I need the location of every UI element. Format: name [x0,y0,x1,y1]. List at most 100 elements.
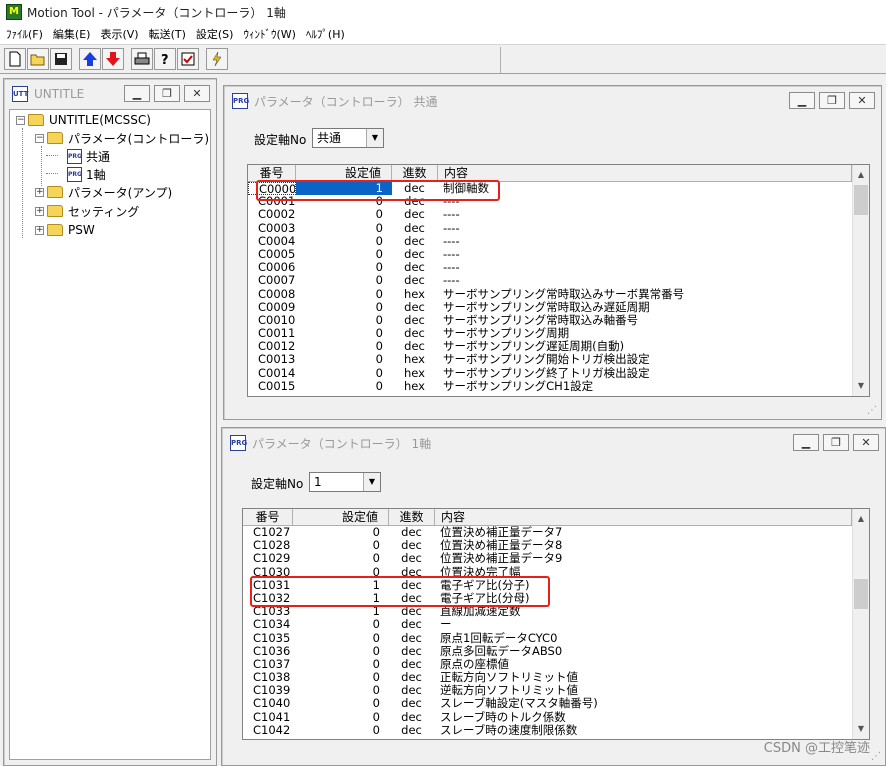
table-row[interactable]: C1036 0 dec 原点多回転データABS0 [243,645,852,658]
menu-transfer[interactable]: 転送(T) [149,26,186,42]
restore-button[interactable]: ❐ [819,92,845,109]
flash-icon[interactable] [206,48,228,70]
axis-no-select[interactable]: 1 ▼ [309,472,381,492]
arrow-down-icon[interactable] [102,48,124,70]
arrow-up-icon[interactable] [79,48,101,70]
tree-node-axis1[interactable]: PRG 1軸 [67,165,106,183]
param-value-cell[interactable]: 0 [296,380,392,393]
table-row[interactable]: C1035 0 dec 原点1回転データCYC0 [243,632,852,645]
param-value-cell[interactable]: 0 [296,301,392,314]
table-row[interactable]: C0004 0 dec ---- [248,235,852,248]
tree-node-psw[interactable]: + PSW [35,221,95,239]
menu-file[interactable]: ﾌｧｲﾙ(F) [6,26,43,42]
param-value-cell[interactable]: 0 [296,340,392,353]
tree-node-common[interactable]: PRG 共通 [67,147,110,165]
vertical-scrollbar[interactable]: ▲ ▼ [852,165,869,396]
tree-node-project[interactable]: − UNTITLE(MCSSC) [16,111,151,129]
expand-icon[interactable]: + [35,187,44,197]
collapse-icon[interactable]: − [35,133,44,143]
menu-edit[interactable]: 編集(E) [53,26,91,42]
table-row[interactable]: C1034 0 dec ー [243,618,852,631]
table-row[interactable]: C0015 0 hex サーボサンプリングCH1設定 [248,380,852,393]
tree-window-title-bar[interactable]: UTT UNTITLE ▁ ❐ ✕ [6,81,214,107]
menu-view[interactable]: 表示(V) [100,26,138,42]
table-row[interactable]: C1038 0 dec 正転方向ソフトリミット値 [243,671,852,684]
table-row[interactable]: C1033 1 dec 直線加減速定数 [243,605,852,618]
param-value-cell[interactable]: 0 [296,353,392,366]
table-row[interactable]: C0002 0 dec ---- [248,208,852,221]
param-value-cell[interactable]: 0 [296,288,392,301]
table-row[interactable]: C0009 0 dec サーボサンプリング常時取込み遅延周期 [248,301,852,314]
table-row[interactable]: C1027 0 dec 位置決め補正量データ7 [243,526,852,539]
table-row[interactable]: C0012 0 dec サーボサンプリング遅延周期(自動) [248,340,852,353]
restore-button[interactable]: ❐ [823,434,849,451]
column-header-base[interactable]: 進数 [389,509,435,526]
table-row[interactable]: C1040 0 dec スレーブ軸設定(マスタ軸番号) [243,697,852,710]
column-header-desc[interactable]: 内容 [438,165,852,182]
param-value-cell[interactable]: 0 [296,261,392,274]
minimize-button[interactable]: ▁ [789,92,815,109]
print-icon[interactable] [131,48,153,70]
vertical-scrollbar[interactable]: ▲ ▼ [852,509,869,739]
param-value-cell[interactable]: 0 [293,539,389,552]
column-header-no[interactable]: 番号 [243,509,293,526]
table-row[interactable]: C1039 0 dec 逆転方向ソフトリミット値 [243,684,852,697]
scrollbar-thumb[interactable] [854,579,868,609]
scroll-up-icon[interactable]: ▲ [853,511,869,527]
param-value-cell[interactable]: 0 [296,274,392,287]
menu-window[interactable]: ｳｨﾝﾄﾞｳ(W) [243,26,295,42]
check-icon[interactable] [177,48,199,70]
save-icon[interactable] [50,48,72,70]
param-value-cell[interactable]: 0 [293,526,389,539]
parameter-grid[interactable]: 番号 設定値 進数 内容 C1027 0 dec 位置決め補正量データ7 C1028 0 d… [242,508,870,740]
param-value-cell[interactable]: 0 [296,314,392,327]
table-row[interactable]: C0008 0 hex サーボサンプリング常時取込みサーボ異常番号 [248,288,852,301]
param-value-cell[interactable]: 0 [296,327,392,340]
table-row[interactable]: C0003 0 dec ---- [248,222,852,235]
param-value-cell[interactable]: 0 [293,711,389,724]
table-row[interactable]: C1028 0 dec 位置決め補正量データ8 [243,539,852,552]
close-button[interactable]: ✕ [849,92,875,109]
param-value-cell[interactable]: 0 [293,658,389,671]
column-header-desc[interactable]: 内容 [435,509,852,526]
param-value-cell[interactable]: 0 [293,684,389,697]
tree-node-setting[interactable]: + セッティング [35,202,139,220]
column-header-value[interactable]: 設定値 [293,509,389,526]
param-value-cell[interactable]: 0 [293,671,389,684]
table-row[interactable]: C0011 0 dec サーボサンプリング周期 [248,327,852,340]
param-value-cell[interactable]: 0 [296,367,392,380]
param-value-cell[interactable]: 0 [293,697,389,710]
param-value-cell[interactable]: 0 [293,618,389,631]
help-icon[interactable]: ? [154,48,176,70]
common-window-title-bar[interactable]: PRG パラメータ（コントローラ） 共通 ▁ ❐ ✕ [226,88,879,114]
axis1-window-title-bar[interactable]: PRG パラメータ（コントローラ） 1軸 ▁ ❐ ✕ [224,430,883,456]
scroll-up-icon[interactable]: ▲ [853,167,869,183]
axis-no-select[interactable]: 共通 ▼ [312,128,384,148]
close-button[interactable]: ✕ [853,434,879,451]
table-row[interactable]: C0006 0 dec ---- [248,261,852,274]
minimize-button[interactable]: ▁ [793,434,819,451]
param-value-cell[interactable]: 0 [296,208,392,221]
scroll-down-icon[interactable]: ▼ [853,378,869,394]
close-button[interactable]: ✕ [184,85,210,102]
tree-node-controller-params[interactable]: − パラメータ(コントローラ) [35,129,209,147]
open-folder-icon[interactable] [27,48,49,70]
menu-help[interactable]: ﾍﾙﾌﾟ(H) [306,26,345,42]
table-row[interactable]: C0007 0 dec ---- [248,274,852,287]
scrollbar-thumb[interactable] [854,185,868,215]
table-row[interactable]: C1037 0 dec 原点の座標値 [243,658,852,671]
param-value-cell[interactable]: 0 [296,235,392,248]
resize-grip-icon[interactable]: ⋰ [871,751,883,763]
resize-grip-icon[interactable]: ⋰ [867,405,879,417]
expand-icon[interactable]: + [35,225,44,235]
param-value-cell[interactable]: 0 [293,724,389,737]
table-row[interactable]: C1029 0 dec 位置決め補正量データ9 [243,552,852,565]
param-value-cell[interactable]: 0 [293,632,389,645]
param-value-cell[interactable]: 1 [293,605,389,618]
param-value-cell[interactable]: 0 [293,645,389,658]
new-file-icon[interactable] [4,48,26,70]
table-row[interactable]: C0014 0 hex サーボサンプリング終了トリガ検出設定 [248,367,852,380]
table-row[interactable]: C0005 0 dec ---- [248,248,852,261]
chevron-down-icon[interactable]: ▼ [363,473,380,491]
collapse-icon[interactable]: − [16,115,25,125]
